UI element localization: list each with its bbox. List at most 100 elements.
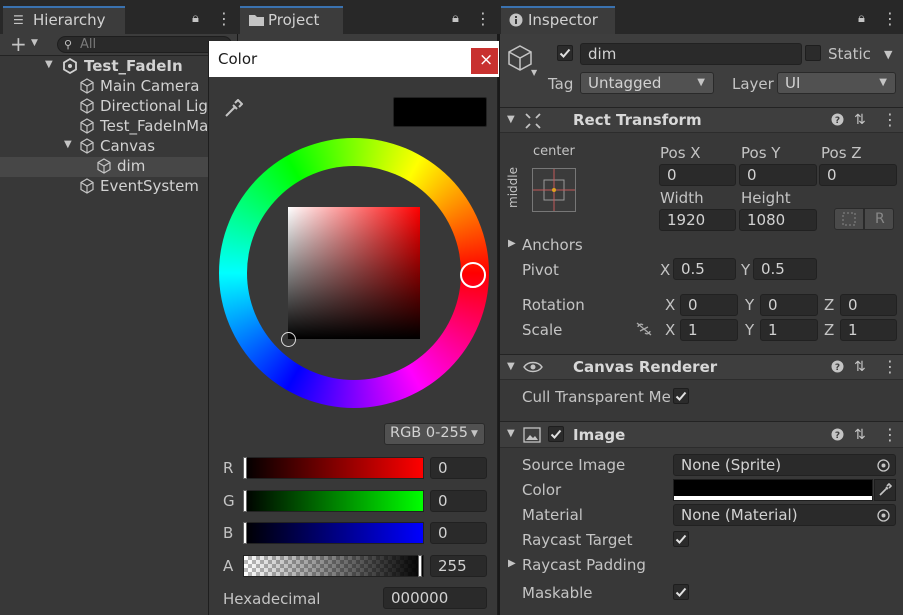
- tab-hierarchy[interactable]: ☰ Hierarchy: [3, 6, 125, 34]
- hex-value-field[interactable]: 000000: [383, 587, 487, 609]
- color-mode-dropdown[interactable]: RGB 0-255 ▼: [384, 423, 485, 445]
- active-checkbox[interactable]: [557, 45, 573, 61]
- g-slider[interactable]: [243, 490, 424, 512]
- collapse-arrow-icon[interactable]: ▼: [507, 362, 515, 372]
- tree-item-fadein-manager[interactable]: Test_FadeInManager: [0, 117, 252, 137]
- search-input[interactable]: ⚲ All: [57, 36, 232, 53]
- inspector-more-icon[interactable]: ⋮: [882, 11, 898, 27]
- expand-arrow-icon[interactable]: ▼: [45, 60, 53, 70]
- g-value-field[interactable]: 0: [430, 490, 487, 512]
- a-slider[interactable]: [243, 555, 424, 577]
- help-icon[interactable]: ?: [831, 360, 844, 376]
- blueprint-mode-button[interactable]: [834, 208, 864, 230]
- scale-x-field[interactable]: 1: [680, 319, 738, 341]
- tree-item-canvas[interactable]: ▼ Canvas: [0, 137, 208, 157]
- color-picker-titlebar[interactable]: Color ×: [209, 41, 499, 77]
- anchors-label[interactable]: Anchors: [522, 236, 583, 254]
- width-field[interactable]: 1920: [659, 209, 736, 231]
- tab-project[interactable]: Project: [240, 6, 343, 34]
- help-icon[interactable]: ?: [831, 113, 844, 129]
- b-slider-handle[interactable]: [243, 522, 247, 544]
- material-field[interactable]: None (Material): [673, 504, 896, 526]
- lock-icon[interactable]: 🔒︎: [192, 12, 199, 25]
- more-menu-icon[interactable]: ⋮: [216, 11, 232, 27]
- height-field[interactable]: 1080: [739, 209, 817, 231]
- hue-selector-handle[interactable]: [460, 262, 486, 288]
- expand-arrow-icon[interactable]: ▶: [508, 559, 516, 569]
- anchor-preset-icon: [533, 169, 575, 211]
- chevron-down-icon[interactable]: ▼: [31, 39, 38, 48]
- picker-eyedropper-icon[interactable]: [223, 98, 244, 122]
- search-icon: ⚲: [64, 38, 73, 51]
- pivot-x-field[interactable]: 0.5: [673, 258, 736, 280]
- r-slider[interactable]: [243, 457, 424, 479]
- canvas-renderer-header[interactable]: ▼ Canvas Renderer ? ⇅ ⋮: [500, 354, 903, 380]
- component-menu-icon[interactable]: ⋮: [882, 427, 898, 443]
- b-value-field[interactable]: 0: [430, 522, 487, 544]
- raycast-padding-label[interactable]: Raycast Padding: [522, 556, 646, 574]
- icon-dropdown-arrow[interactable]: ▼: [531, 69, 537, 77]
- close-button[interactable]: ×: [471, 48, 498, 74]
- layer-dropdown[interactable]: UI ▼: [777, 72, 896, 94]
- add-icon[interactable]: +: [10, 34, 27, 54]
- scale-z-field[interactable]: 1: [840, 319, 897, 341]
- gameobject-icon[interactable]: [506, 44, 534, 76]
- tree-item-dim[interactable]: dim: [0, 157, 208, 177]
- preset-icon[interactable]: ⇅: [854, 360, 866, 374]
- expand-arrow-icon[interactable]: ▶: [508, 239, 516, 249]
- color-eyedropper-button[interactable]: [874, 479, 896, 501]
- color-field[interactable]: [673, 479, 873, 501]
- pivot-y-field[interactable]: 0.5: [753, 258, 817, 280]
- scene-row[interactable]: ▼ Test_FadeIn: [0, 57, 208, 77]
- b-slider[interactable]: [243, 522, 424, 544]
- rot-z-field[interactable]: 0: [840, 294, 897, 316]
- rect-transform-header[interactable]: ▼ Rect Transform ? ⇅ ⋮: [500, 107, 903, 133]
- preset-icon[interactable]: ⇅: [854, 113, 866, 127]
- maskable-checkbox[interactable]: [673, 584, 689, 600]
- cull-transparent-checkbox[interactable]: [673, 388, 689, 404]
- rot-y-field[interactable]: 0: [760, 294, 818, 316]
- collapse-arrow-icon[interactable]: ▼: [507, 429, 515, 439]
- saturation-value-square[interactable]: [288, 207, 420, 339]
- object-picker-icon[interactable]: [877, 459, 890, 475]
- static-dropdown-icon[interactable]: ▼: [884, 49, 892, 60]
- blueprint-icon: [842, 212, 856, 229]
- component-menu-icon[interactable]: ⋮: [882, 359, 898, 375]
- svg-text:?: ?: [835, 431, 840, 441]
- pos-x-field[interactable]: 0: [659, 164, 736, 186]
- collapse-arrow-icon[interactable]: ▼: [507, 115, 515, 125]
- help-icon[interactable]: ?: [831, 428, 844, 444]
- pos-z-field[interactable]: 0: [819, 164, 897, 186]
- tree-item-main-camera[interactable]: Main Camera: [0, 77, 208, 97]
- anchor-preset-button[interactable]: [532, 168, 576, 212]
- r-slider-handle[interactable]: [243, 457, 247, 479]
- source-image-field[interactable]: None (Sprite): [673, 454, 896, 476]
- eye-icon: [523, 360, 543, 377]
- scale-y-field[interactable]: 1: [760, 319, 818, 341]
- component-menu-icon[interactable]: ⋮: [882, 112, 898, 128]
- a-slider-handle[interactable]: [418, 555, 422, 577]
- a-value-field[interactable]: 255: [430, 555, 487, 577]
- object-name-field[interactable]: dim: [580, 43, 802, 65]
- g-slider-handle[interactable]: [243, 490, 247, 512]
- project-lock-icon[interactable]: 🔒︎: [452, 12, 459, 25]
- r-value-field[interactable]: 0: [430, 457, 487, 479]
- static-checkbox[interactable]: [805, 45, 821, 61]
- sv-selector-handle[interactable]: [281, 332, 296, 347]
- raw-edit-button[interactable]: R: [864, 208, 894, 230]
- pos-y-field[interactable]: 0: [739, 164, 817, 186]
- expand-arrow-icon[interactable]: ▼: [64, 140, 72, 150]
- tree-item-directional-light[interactable]: Directional Light: [0, 97, 223, 117]
- raycast-target-checkbox[interactable]: [673, 531, 689, 547]
- preset-icon[interactable]: ⇅: [854, 428, 866, 442]
- rot-x-field[interactable]: 0: [680, 294, 738, 316]
- inspector-lock-icon[interactable]: 🔒︎: [858, 12, 865, 25]
- object-picker-icon[interactable]: [877, 509, 890, 525]
- project-more-icon[interactable]: ⋮: [475, 11, 491, 27]
- link-icon[interactable]: [636, 322, 652, 339]
- tab-inspector[interactable]: Inspector: [501, 6, 615, 34]
- image-enabled-checkbox[interactable]: [548, 426, 564, 442]
- tree-item-event-system[interactable]: EventSystem: [0, 177, 208, 197]
- tag-dropdown[interactable]: Untagged ▼: [580, 72, 714, 94]
- image-header[interactable]: ▼ Image ? ⇅ ⋮: [500, 421, 903, 448]
